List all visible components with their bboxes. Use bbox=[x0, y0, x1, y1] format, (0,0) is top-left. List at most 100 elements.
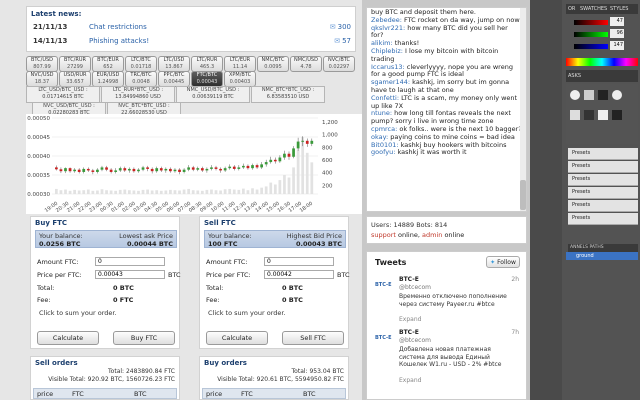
pair-button[interactable]: TRC/BTC 0.0048 bbox=[125, 71, 157, 87]
pair-button[interactable]: PPC/BTC 0.00445 bbox=[158, 71, 190, 87]
tweet-handle[interactable]: @btcecom bbox=[399, 284, 431, 292]
follow-button[interactable]: ✦ Follow bbox=[486, 256, 520, 268]
pair-button[interactable]: LTC/EUR 11.14 bbox=[224, 56, 256, 72]
ps-list-item[interactable]: Presets bbox=[568, 148, 638, 160]
tweet[interactable]: BTC-E BTC-E @btcecom 2h Временно отключе… bbox=[375, 276, 523, 326]
pair-button[interactable]: NVC/USD 18.37 bbox=[26, 71, 58, 87]
tweet-author[interactable]: BTC-E bbox=[399, 276, 419, 284]
pair-button[interactable]: USD/RUR 33.657 bbox=[59, 71, 91, 87]
pair-button[interactable]: NMC/USD 4.78 bbox=[290, 56, 322, 72]
total-value: 0 BTC bbox=[113, 284, 134, 292]
ps-list-item[interactable]: Presets bbox=[568, 213, 638, 225]
tweet-expand[interactable]: Expand bbox=[399, 316, 421, 324]
chat-nick[interactable]: Iccarus13: bbox=[371, 63, 405, 71]
volume-bar bbox=[223, 189, 227, 194]
news-link[interactable]: Phishing attacks! bbox=[89, 37, 149, 45]
calculate-button[interactable]: Calculate bbox=[206, 331, 268, 345]
orders-header: price FTC BTC bbox=[33, 388, 177, 399]
chat-nick[interactable]: Confetti: bbox=[371, 94, 399, 102]
chat-nick[interactable]: okay: bbox=[371, 133, 388, 141]
ps-tool-icon[interactable] bbox=[570, 90, 580, 100]
ps-tab[interactable]: STYLES bbox=[610, 6, 628, 12]
pair-button[interactable]: LTC/RUR 465.3 bbox=[191, 56, 223, 72]
chat-nick[interactable]: Zebedee: bbox=[371, 16, 402, 24]
sell-button[interactable]: Sell FTC bbox=[282, 331, 344, 345]
chat-nick[interactable]: ntune: bbox=[371, 109, 392, 117]
pair-button[interactable]: EUR/USD 1.24998 bbox=[92, 71, 124, 87]
chat-box[interactable]: buy BTC and deposit them here. Zebedee: F… bbox=[366, 7, 527, 212]
support-link[interactable]: support bbox=[371, 231, 396, 239]
buy-amount-input[interactable] bbox=[95, 257, 165, 266]
pair-button[interactable]: BTC/EUR 652 bbox=[92, 56, 124, 72]
ps-slider[interactable]: 47 bbox=[568, 17, 624, 28]
chat-nick[interactable]: alikim: bbox=[371, 39, 393, 47]
ps-tool-icon[interactable] bbox=[612, 110, 622, 120]
ps-layer-selected[interactable]: ground bbox=[566, 252, 638, 260]
price-value[interactable]: 0.00043 BTC bbox=[296, 240, 342, 248]
ps-slider[interactable]: 147 bbox=[568, 41, 624, 52]
chat-nick[interactable]: sgamer144: bbox=[371, 78, 410, 86]
chat-nick[interactable]: cpmrca: bbox=[371, 125, 397, 133]
pair-button[interactable]: NMC_BTC*BTC_USD :6.83583510 USD bbox=[251, 86, 325, 103]
comment-count[interactable]: ✉ 300 bbox=[330, 23, 351, 31]
sell-price-input[interactable] bbox=[264, 270, 334, 279]
news-item[interactable]: 21/11/13 Chat restrictions ✉ 300 bbox=[33, 23, 351, 34]
candle-body bbox=[187, 167, 191, 170]
buy-button[interactable]: Buy FTC bbox=[113, 331, 175, 345]
pair-button[interactable]: LTC/USD 13.867 bbox=[158, 56, 190, 72]
ps-tool-icon[interactable] bbox=[584, 90, 594, 100]
chat-scroll-thumb[interactable] bbox=[520, 180, 526, 210]
ps-tool-icon[interactable] bbox=[598, 110, 608, 120]
tweet[interactable]: BTC-E BTC-E @btcecom 7h Добавлена новая … bbox=[375, 329, 523, 399]
ps-tool-icon[interactable] bbox=[584, 110, 594, 120]
candle-body bbox=[100, 167, 104, 170]
tweet-time[interactable]: 7h bbox=[511, 329, 519, 337]
ps-bottom-tabs[interactable]: ANNELS PATHS bbox=[568, 244, 638, 252]
pair-button[interactable]: FTC/BTC 0.00043 bbox=[191, 71, 223, 87]
pair-button[interactable]: BTC/USD 807.99 bbox=[26, 56, 58, 72]
users-count: Users: 14889 Bots: 814 bbox=[371, 221, 448, 229]
ps-list-item[interactable]: Presets bbox=[568, 187, 638, 199]
pair-button[interactable]: NVC/BTC 0.02297 bbox=[323, 56, 355, 72]
ps-slider[interactable]: 96 bbox=[568, 29, 624, 40]
news-item[interactable]: 14/11/13 Phishing attacks! ✉ 57 bbox=[33, 37, 351, 48]
buy-price-input[interactable] bbox=[95, 270, 165, 279]
ps-spectrum[interactable] bbox=[566, 58, 638, 66]
ps-list-item[interactable]: Presets bbox=[568, 174, 638, 186]
pair-button[interactable]: LTC/BTC 0.01718 bbox=[125, 56, 157, 72]
news-title: Latest news: bbox=[31, 10, 82, 18]
tweet-handle[interactable]: @btcecom bbox=[399, 337, 431, 345]
chat-nick[interactable]: goofyu: bbox=[371, 148, 395, 156]
balance-value[interactable]: 0.0256 BTC bbox=[39, 240, 81, 248]
chat-nick[interactable]: Bit0101: bbox=[371, 141, 399, 149]
comment-count[interactable]: ✉ 57 bbox=[334, 37, 351, 45]
news-link[interactable]: Chat restrictions bbox=[89, 23, 147, 31]
ps-list-item[interactable]: Presets bbox=[568, 200, 638, 212]
orders-total: Total: 2483890.84 FTC bbox=[108, 368, 175, 375]
ps-tool-icon[interactable] bbox=[598, 90, 608, 100]
ps-tab[interactable]: SWATCHES bbox=[580, 6, 607, 12]
chat-nick[interactable]: qkslvr221: bbox=[371, 24, 405, 32]
calculate-button[interactable]: Calculate bbox=[37, 331, 99, 345]
chat-nick[interactable]: Chiplebiz: bbox=[371, 47, 403, 55]
admin-link[interactable]: admin bbox=[422, 231, 442, 239]
pair-name: LTC_RUR*BTC_USD : bbox=[112, 87, 164, 93]
pair-button[interactable]: LTC_USD/BTC_USD :0.01714615 BTC bbox=[26, 86, 100, 103]
tweet-expand[interactable]: Expand bbox=[399, 377, 421, 385]
pair-button[interactable]: XPM/BTC 0.00403 bbox=[224, 71, 256, 87]
price-value[interactable]: 0.00044 BTC bbox=[127, 240, 173, 248]
pair-button[interactable]: BTC/RUR 27299 bbox=[59, 56, 91, 72]
ps-tools bbox=[566, 84, 638, 144]
ps-tool-icon[interactable] bbox=[570, 110, 580, 120]
tweet-author[interactable]: BTC-E bbox=[399, 329, 419, 337]
sell-amount-input[interactable] bbox=[264, 257, 334, 266]
ps-tool-icon[interactable] bbox=[612, 90, 622, 100]
balance-value[interactable]: 100 FTC bbox=[208, 240, 237, 248]
price-per-label: Price per FTC: bbox=[206, 271, 251, 279]
pair-button[interactable]: LTC_RUR*BTC_USD :13.84994860 USD bbox=[101, 86, 175, 103]
ps-list-item[interactable]: Presets bbox=[568, 161, 638, 173]
tweet-time[interactable]: 2h bbox=[511, 276, 519, 284]
pair-button[interactable]: NMC_USD/BTC_USD :0.00639119 BTC bbox=[176, 86, 250, 103]
ps-tab[interactable]: OR bbox=[568, 6, 575, 12]
pair-button[interactable]: NMC/BTC 0.0095 bbox=[257, 56, 289, 72]
